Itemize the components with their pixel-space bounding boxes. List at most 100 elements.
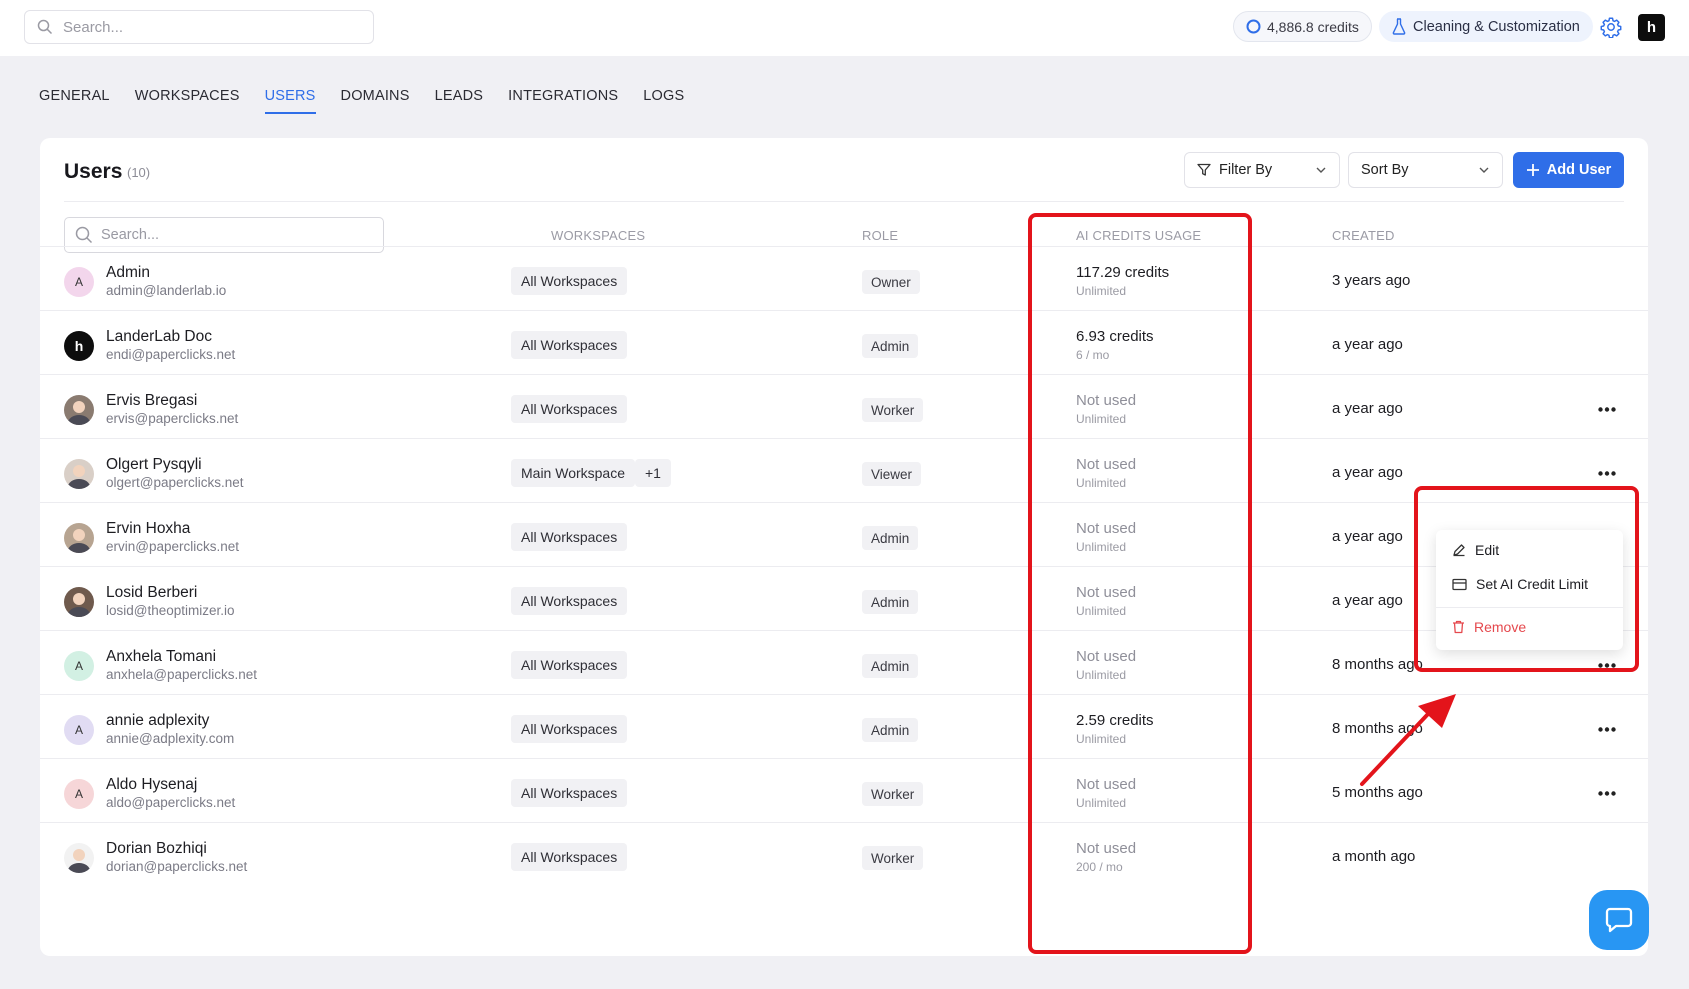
plus-icon	[1526, 164, 1539, 176]
users-search-input[interactable]	[101, 227, 361, 243]
workspace-chip: All Workspaces	[511, 715, 628, 743]
workspace-chip: All Workspaces	[511, 843, 628, 871]
user-name: LanderLab Doc	[106, 328, 212, 345]
created-date: a year ago	[1332, 400, 1403, 417]
user-name: annie adplexity	[106, 712, 210, 729]
role-badge: Worker	[862, 846, 924, 870]
user-name: Ervis Bregasi	[106, 392, 198, 409]
sort-by-label: Sort By	[1361, 162, 1409, 178]
filter-by-label: Filter By	[1219, 162, 1273, 178]
settings-button[interactable]	[1599, 15, 1623, 39]
row-actions-button[interactable]	[1596, 463, 1618, 483]
user-name: Olgert Pysqyli	[106, 456, 202, 473]
users-card: Users (10) Filter By Sort By Add User WO…	[40, 138, 1648, 956]
avatar: A	[64, 267, 94, 297]
workspace-chip: All Workspaces	[511, 523, 628, 551]
user-email: dorian@paperclicks.net	[106, 859, 248, 874]
avatar: A	[64, 651, 94, 681]
user-name: Ervin Hoxha	[106, 520, 191, 537]
tab-workspaces[interactable]: WORKSPACES	[135, 88, 240, 114]
user-email: ervin@paperclicks.net	[106, 539, 240, 554]
logo-letter: h	[1646, 19, 1657, 36]
row-actions-button[interactable]	[1596, 719, 1618, 739]
user-photo-icon	[67, 401, 91, 425]
user-email: endi@paperclicks.net	[106, 347, 236, 362]
credits-amount: 4,886.8 credits	[1267, 18, 1359, 35]
workspace-selector[interactable]: Cleaning & Customization	[1379, 11, 1593, 42]
row-actions-button[interactable]	[1596, 399, 1618, 419]
role-badge: Worker	[862, 782, 924, 806]
created-date: a year ago	[1332, 528, 1403, 545]
global-search-input[interactable]	[63, 18, 353, 36]
table-row: A Admin admin@landerlab.io All Workspaces Ow…	[40, 246, 1648, 315]
workspace-name: Cleaning & Customization	[1413, 18, 1580, 35]
workspace-chip: All Workspaces	[511, 395, 628, 423]
tab-leads[interactable]: LEADS	[435, 88, 484, 114]
tab-general[interactable]: GENERAL	[39, 88, 110, 114]
tab-logs[interactable]: LOGS	[643, 88, 684, 114]
gear-icon	[1600, 17, 1622, 38]
role-badge: Admin	[862, 718, 919, 742]
users-count: (10)	[127, 165, 151, 180]
more-dots-icon	[1598, 726, 1616, 732]
created-date: a month ago	[1332, 848, 1416, 865]
chevron-down-icon	[1316, 167, 1326, 173]
user-email: losid@theoptimizer.io	[106, 603, 235, 618]
app-logo[interactable]: h	[1638, 14, 1665, 41]
avatar-initial: A	[74, 723, 83, 737]
avatar: A	[64, 715, 94, 745]
more-dots-icon	[1598, 406, 1616, 412]
user-email: annie@adplexity.com	[106, 731, 235, 746]
role-badge: Admin	[862, 334, 919, 358]
row-actions-button[interactable]	[1596, 783, 1618, 803]
global-search[interactable]	[24, 10, 374, 44]
avatar	[64, 459, 94, 489]
role-badge: Admin	[862, 590, 919, 614]
sort-by-select[interactable]: Sort By	[1348, 152, 1503, 188]
user-name: Anxhela Tomani	[106, 648, 217, 665]
extra-workspaces-chip[interactable]: +1	[635, 459, 671, 487]
created-date: a year ago	[1332, 336, 1403, 353]
support-chat-button[interactable]	[1589, 890, 1649, 950]
user-name: Dorian Bozhiqi	[106, 840, 207, 857]
tab-domains[interactable]: DOMAINS	[341, 88, 410, 114]
user-email: olgert@paperclicks.net	[106, 475, 244, 490]
role-badge: Worker	[862, 398, 924, 422]
avatar-initial: A	[74, 787, 83, 801]
settings-tabs: GENERAL WORKSPACES USERS DOMAINS LEADS INTEGR…	[39, 88, 709, 114]
workspace-chip: All Workspaces	[511, 331, 628, 359]
table-row: h LanderLab Doc endi@paperclicks.net All Wo…	[40, 310, 1648, 379]
credits-balance[interactable]: 4,886.8 credits	[1233, 11, 1372, 42]
user-photo-icon	[67, 465, 91, 489]
avatar	[64, 843, 94, 873]
role-badge: Admin	[862, 654, 919, 678]
created-date: a year ago	[1332, 592, 1403, 609]
tab-users[interactable]: USERS	[264, 88, 316, 114]
more-dots-icon	[1598, 470, 1616, 476]
menu-highlight	[1414, 486, 1639, 672]
avatar-initial: h	[74, 338, 84, 354]
avatar: h	[64, 331, 94, 361]
role-badge: Admin	[862, 526, 919, 550]
user-name: Aldo Hysenaj	[106, 776, 198, 793]
search-icon	[75, 226, 93, 244]
more-dots-icon	[1598, 790, 1616, 796]
user-email: aldo@paperclicks.net	[106, 795, 236, 810]
filter-by-select[interactable]: Filter By	[1184, 152, 1340, 188]
tab-integrations[interactable]: INTEGRATIONS	[508, 88, 618, 114]
avatar	[64, 523, 94, 553]
user-photo-icon	[67, 849, 91, 873]
user-photo-icon	[67, 529, 91, 553]
workspace-chip: All Workspaces	[511, 267, 628, 295]
created-date: 8 months ago	[1332, 656, 1423, 673]
role-badge: Owner	[862, 270, 920, 294]
table-row: Losid Berberi losid@theoptimizer.io All Wo…	[40, 566, 1648, 635]
credits-column-highlight	[1028, 213, 1252, 954]
table-row: Dorian Bozhiqi dorian@paperclicks.net All …	[40, 822, 1648, 891]
workspace-chip: All Workspaces	[511, 651, 628, 679]
user-name: Admin	[106, 264, 150, 281]
column-header-workspaces: WORKSPACES	[551, 228, 646, 243]
search-icon	[37, 19, 53, 35]
created-date: 3 years ago	[1332, 272, 1411, 289]
add-user-button[interactable]: Add User	[1513, 152, 1624, 188]
